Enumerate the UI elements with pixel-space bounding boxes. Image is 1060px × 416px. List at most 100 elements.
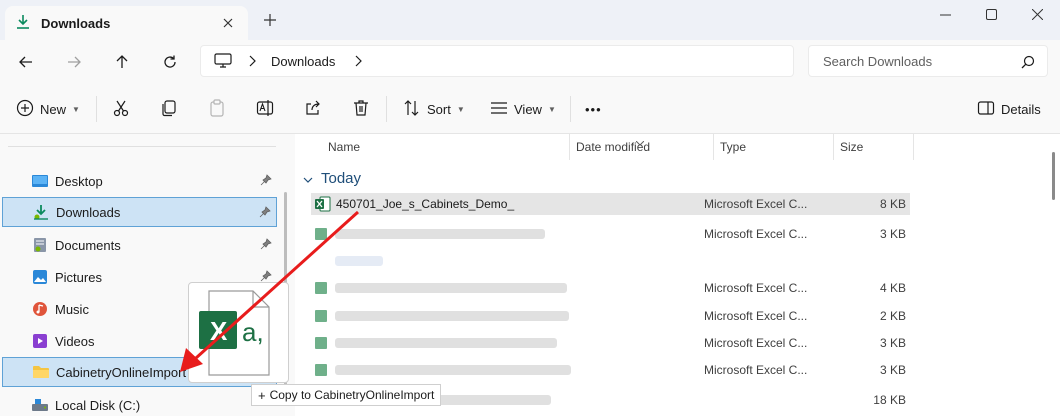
column-header-date-modified[interactable]: Date modified [568,134,650,160]
maximize-button[interactable] [968,0,1014,28]
desktop-icon [32,173,48,189]
group-label: Today [321,169,362,187]
chevron-right-icon[interactable] [351,54,365,68]
details-label: Details [1001,101,1041,117]
address-bar[interactable]: Downloads [200,45,794,77]
details-button[interactable]: Details [977,97,1041,121]
refresh-button[interactable] [158,50,182,74]
sidebar-item-local-disk[interactable]: Local Disk (C:) [2,390,277,416]
plus-circle-icon [16,99,34,120]
scissors-icon [112,99,130,120]
documents-icon [32,237,48,253]
forward-button[interactable] [62,50,86,74]
drag-tooltip-text: Copy to CabinetryOnlineImport [269,388,435,402]
sidebar-item-label: Local Disk (C:) [55,397,141,413]
rename-button[interactable] [256,97,274,121]
sidebar-item-documents[interactable]: Documents [2,230,277,260]
pictures-icon [32,269,48,285]
close-tab-icon[interactable] [220,15,236,31]
sidebar-item-label: Pictures [55,269,102,285]
sidebar-item-label: Documents [55,237,121,253]
download-icon [15,14,31,33]
back-button[interactable] [14,50,38,74]
column-header-size[interactable]: Size [832,134,863,160]
sort-icon [403,99,421,120]
file-type: Microsoft Excel C... [704,309,808,323]
table-row[interactable]: Microsoft Excel C... 2 KB [311,305,910,327]
column-divider[interactable] [913,134,914,160]
tab-downloads[interactable]: Downloads [5,6,248,40]
title-bar: Downloads [0,0,1060,40]
excel-badge-text: a, [242,317,264,347]
pin-icon[interactable] [259,206,271,218]
column-header-type[interactable]: Type [712,134,746,160]
column-size-label: Size [840,140,864,154]
close-window-button[interactable] [1014,0,1060,28]
table-row[interactable] [311,250,910,272]
new-label: New [40,101,67,117]
pin-icon[interactable] [260,174,272,186]
excel-file-icon [315,362,331,378]
view-button[interactable]: View ▼ [490,97,556,121]
cut-button[interactable] [112,97,130,121]
redacted-file-name [335,283,567,293]
table-row[interactable]: Microsoft Excel C... 3 KB [311,223,910,245]
drag-tooltip: + Copy to CabinetryOnlineImport [251,384,442,406]
copy-button[interactable] [160,97,178,121]
table-row[interactable]: Microsoft Excel C... 3 KB [311,359,910,381]
up-button[interactable] [110,50,134,74]
search-input[interactable] [823,53,1013,69]
downloads-icon [33,204,49,220]
plus-icon: + [258,387,266,403]
pin-icon[interactable] [260,270,272,282]
excel-file-icon [315,196,331,212]
table-row[interactable]: Microsoft Excel C... 3 KB [311,332,910,354]
clipboard-icon [208,98,226,120]
file-size: 4 KB [879,281,906,295]
this-pc-icon[interactable] [213,51,233,71]
paste-button[interactable] [208,97,226,121]
sidebar-item-label: Downloads [56,204,121,220]
more-options-button[interactable]: ••• [585,97,602,121]
delete-button[interactable] [352,97,370,121]
sort-button[interactable]: Sort ▼ [403,97,465,121]
redacted-file-name [335,338,557,348]
sort-label: Sort [427,101,451,117]
file-list: Name Date modified Type Size Today 45070… [295,134,1060,416]
file-list-scrollbar[interactable] [1052,152,1055,200]
file-size: 3 KB [879,363,906,377]
pin-icon[interactable] [260,238,272,250]
new-button[interactable]: New ▼ [16,97,80,121]
file-size: 2 KB [879,309,906,323]
sidebar-item-downloads[interactable]: Downloads [2,197,277,227]
music-icon [32,301,48,317]
folder-icon [33,364,49,380]
file-type: Microsoft Excel C... [704,227,808,241]
drag-preview: X a, [188,282,289,383]
minimize-button[interactable] [922,0,968,28]
chevron-down-icon: ▼ [547,104,556,114]
divider [8,146,276,147]
more-icon: ••• [585,101,602,117]
table-row[interactable]: Microsoft Excel C... 4 KB [311,277,910,299]
chevron-down-icon[interactable] [303,171,313,186]
search-box[interactable] [808,45,1048,77]
divider [96,96,97,122]
column-date-label: Date modified [576,140,651,154]
table-row[interactable]: 450701_Joe_s_Cabinets_Demo_ Microsoft Ex… [311,193,910,215]
copy-icon [160,99,178,120]
search-icon[interactable] [1021,55,1035,69]
new-tab-button[interactable] [262,12,278,28]
file-size: 3 KB [879,227,906,241]
breadcrumb-downloads[interactable]: Downloads [271,54,335,69]
sidebar-item-desktop[interactable]: Desktop [2,166,277,196]
column-header-name[interactable]: Name [320,134,360,160]
address-row: Downloads [0,40,1060,84]
chevron-right-icon[interactable] [245,54,259,68]
share-button[interactable] [304,97,322,121]
view-list-icon [490,99,508,120]
tab-title: Downloads [41,15,111,31]
column-name-label: Name [328,140,361,154]
file-type: Microsoft Excel C... [704,336,808,350]
group-header-today[interactable]: Today [303,168,361,188]
